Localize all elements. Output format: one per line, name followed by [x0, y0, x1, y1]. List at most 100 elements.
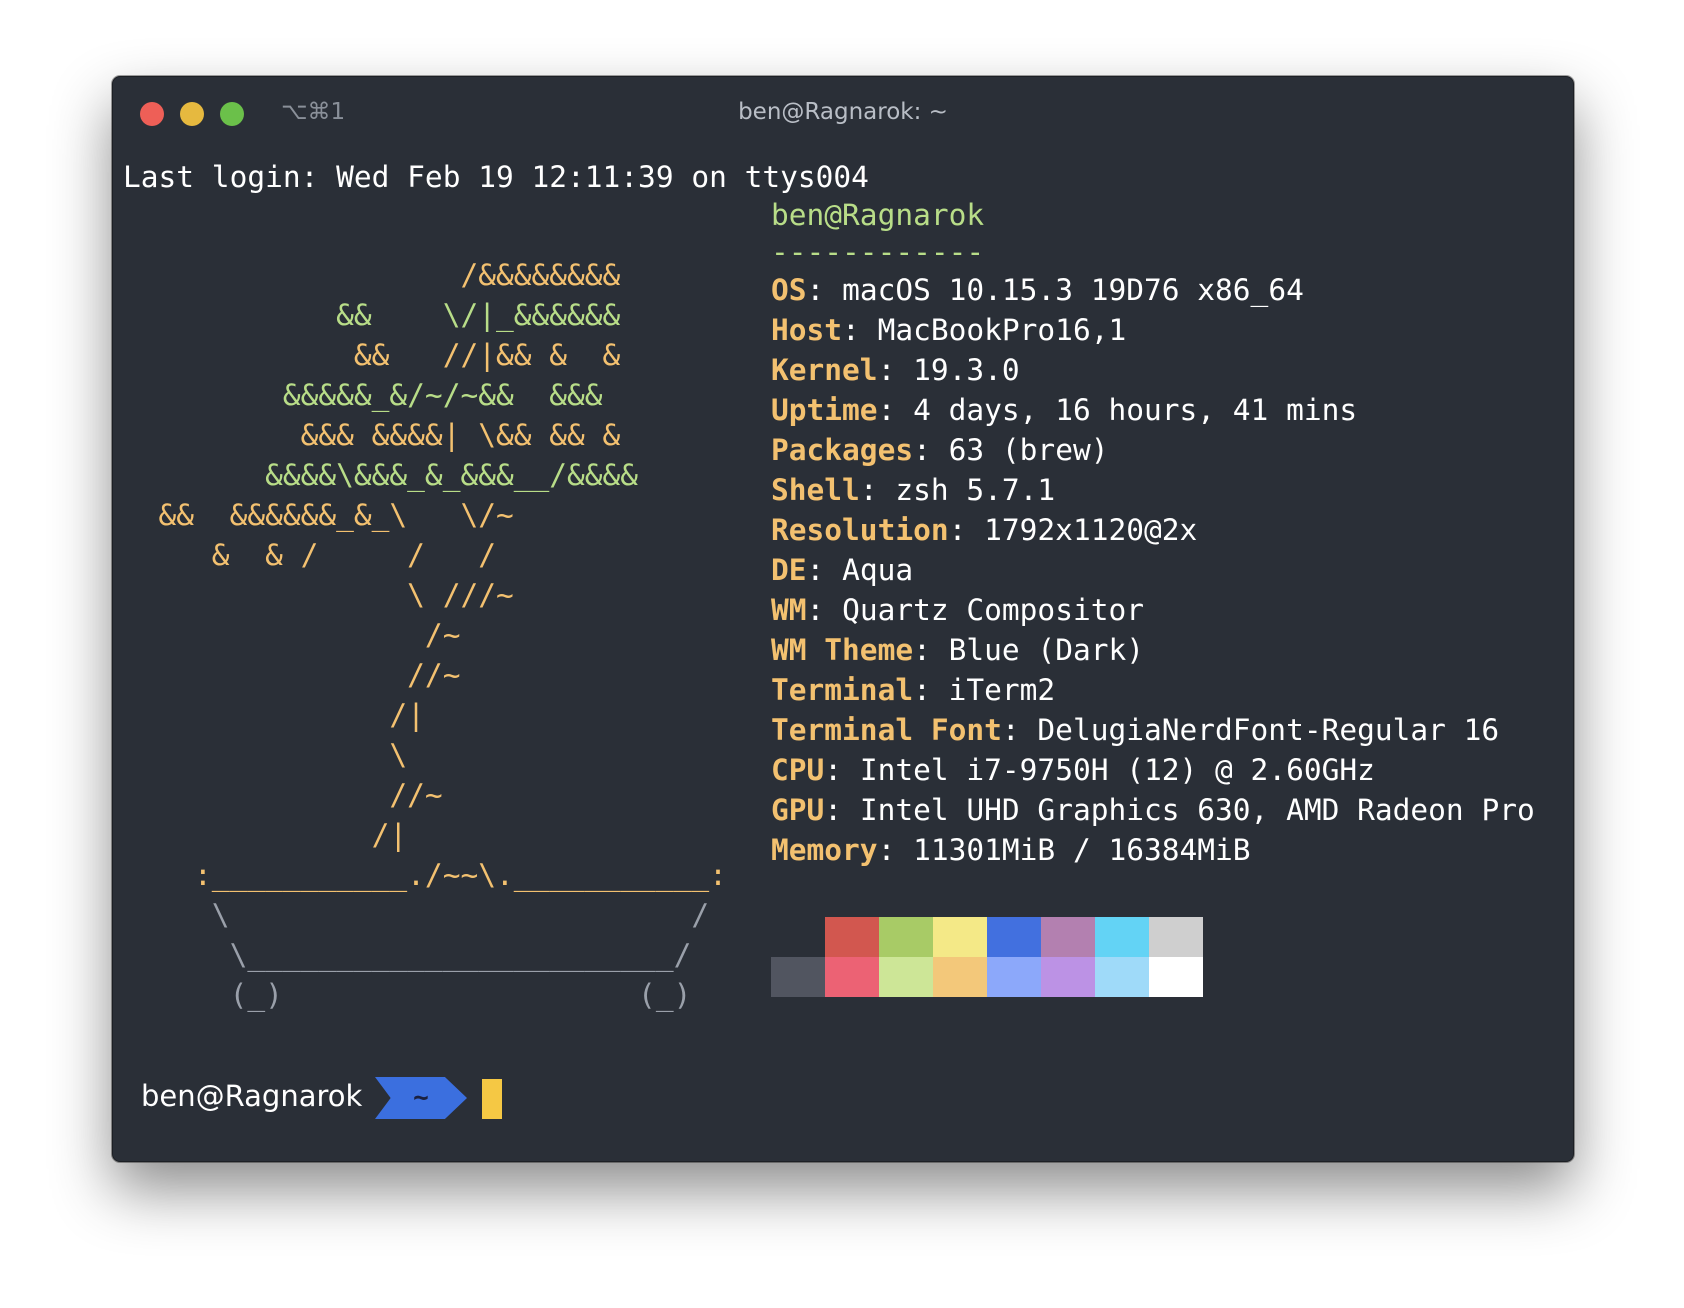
info-key: DE [771, 553, 807, 587]
info-key: WM [771, 593, 807, 627]
info-value: 4 days, 16 hours, 41 mins [913, 393, 1358, 427]
info-key: Shell [771, 473, 860, 507]
info-colon: : [859, 473, 896, 507]
info-colon: : [877, 393, 914, 427]
info-row: Uptime: 4 days, 16 hours, 41 mins [771, 390, 1357, 430]
palette-swatch [987, 917, 1041, 957]
info-row: CPU: Intel i7-9750H (12) @ 2.60GHz [771, 750, 1375, 790]
palette-swatch [1149, 957, 1203, 997]
info-key: GPU [771, 793, 825, 827]
info-row: Terminal: iTerm2 [771, 670, 1055, 710]
info-row: OS: macOS 10.15.3 19D76 x86_64 [771, 270, 1304, 310]
info-value: 63 (brew) [948, 433, 1109, 467]
art-line: &&&&&_&/~/~&& &&& [123, 378, 603, 412]
info-colon: : [877, 353, 914, 387]
info-key: Resolution [771, 513, 949, 547]
info-key: CPU [771, 753, 825, 787]
art-line: &&&&\&&&_&_&&&__/&&&& [123, 458, 639, 492]
info-value: MacBookPro16,1 [877, 313, 1127, 347]
info-value: zsh 5.7.1 [895, 473, 1056, 507]
info-value: Blue (Dark) [948, 633, 1144, 667]
art-line: /| [123, 818, 408, 852]
art-line: && &&&&&&_&_\ \/~ [123, 498, 514, 532]
art-line: \ ///~ [123, 578, 514, 612]
info-key: Uptime [771, 393, 878, 427]
prompt-directory: ~ [413, 1083, 429, 1113]
info-key: Memory [771, 833, 878, 867]
art-line: &&& &&&&| \&& && & [123, 418, 621, 452]
info-value: DelugiaNerdFont-Regular 16 [1037, 713, 1500, 747]
info-value: Aqua [842, 553, 914, 587]
art-line: /~ [123, 618, 461, 652]
palette-swatch [825, 917, 879, 957]
art-line: && //|&& & & [123, 338, 621, 372]
palette-swatch [879, 957, 933, 997]
info-key: Terminal [771, 673, 914, 707]
info-value: 11301MiB / 16384MiB [913, 833, 1251, 867]
palette-swatch [1095, 917, 1149, 957]
art-line: (_) (_) [123, 978, 692, 1012]
info-value: Quartz Compositor [842, 593, 1144, 627]
info-value: 1792x1120@2x [984, 513, 1198, 547]
art-line: \________________________/ [123, 938, 692, 972]
info-value: iTerm2 [948, 673, 1056, 707]
info-colon: : [806, 593, 843, 627]
info-key: OS [771, 273, 807, 307]
art-line: && \/|_&&&&&& [123, 298, 621, 332]
art-line: /&&&&&&&& [123, 258, 621, 292]
info-row: Host: MacBookPro16,1 [771, 310, 1126, 350]
info-colon: : [913, 673, 949, 707]
palette-swatch [933, 957, 987, 997]
title-bar[interactable]: ⌥⌘1 ben@Ragnarok: ~ [113, 77, 1573, 151]
art-line: \ / [123, 898, 710, 932]
info-value: Intel UHD Graphics 630, AMD Radeon Pro [859, 793, 1535, 827]
info-row: Resolution: 1792x1120@2x [771, 510, 1197, 550]
art-line: \ [123, 738, 408, 772]
info-row: Kernel: 19.3.0 [771, 350, 1020, 390]
palette-swatch [1041, 917, 1095, 957]
info-colon: : [824, 753, 860, 787]
palette-swatch [771, 917, 825, 957]
prompt-user: ben@Ragnarok [141, 1079, 363, 1113]
info-row: Terminal Font: DelugiaNerdFont-Regular 1… [771, 710, 1499, 750]
info-row: Packages: 63 (brew) [771, 430, 1108, 470]
info-colon: : [842, 313, 878, 347]
info-row: GPU: Intel UHD Graphics 630, AMD Radeon … [771, 790, 1535, 830]
palette-swatch [825, 957, 879, 997]
info-key: Packages [771, 433, 914, 467]
info-colon: : [824, 793, 860, 827]
art-line: //~ [123, 658, 461, 692]
palette-row-normal [771, 917, 1203, 957]
palette-swatch [987, 957, 1041, 997]
terminal-window: ⌥⌘1 ben@Ragnarok: ~ Last login: Wed Feb … [112, 76, 1574, 1162]
info-row: DE: Aqua [771, 550, 913, 590]
art-line: //~ [123, 778, 443, 812]
palette-swatch [1095, 957, 1149, 997]
info-colon: : [1001, 713, 1038, 747]
window-title: ben@Ragnarok: ~ [738, 99, 948, 125]
info-separator: ------------ [771, 235, 985, 269]
info-value: macOS 10.15.3 19D76 x86_64 [842, 273, 1304, 307]
info-colon: : [948, 513, 985, 547]
last-login-line: Last login: Wed Feb 19 12:11:39 on ttys0… [123, 160, 869, 194]
info-key: Kernel [771, 353, 878, 387]
art-line: /| [123, 698, 425, 732]
palette-swatch [879, 917, 933, 957]
info-header: ben@Ragnarok [771, 198, 985, 232]
text-cursor[interactable] [482, 1079, 502, 1119]
info-value: 19.3.0 [913, 353, 1020, 387]
prompt-directory-segment: ~ [375, 1077, 467, 1119]
palette-swatch [1041, 957, 1095, 997]
info-key: Terminal Font [771, 713, 1002, 747]
info-row: WM: Quartz Compositor [771, 590, 1144, 630]
palette-swatch [1149, 917, 1203, 957]
info-colon: : [913, 633, 949, 667]
color-palette [771, 917, 1203, 997]
art-line: :___________./~~\.___________: [123, 858, 727, 892]
art-line: & & / / / [123, 538, 496, 572]
palette-swatch [771, 957, 825, 997]
info-colon: : [877, 833, 914, 867]
info-value: Intel i7-9750H (12) @ 2.60GHz [859, 753, 1375, 787]
info-colon: : [913, 433, 949, 467]
palette-swatch [933, 917, 987, 957]
